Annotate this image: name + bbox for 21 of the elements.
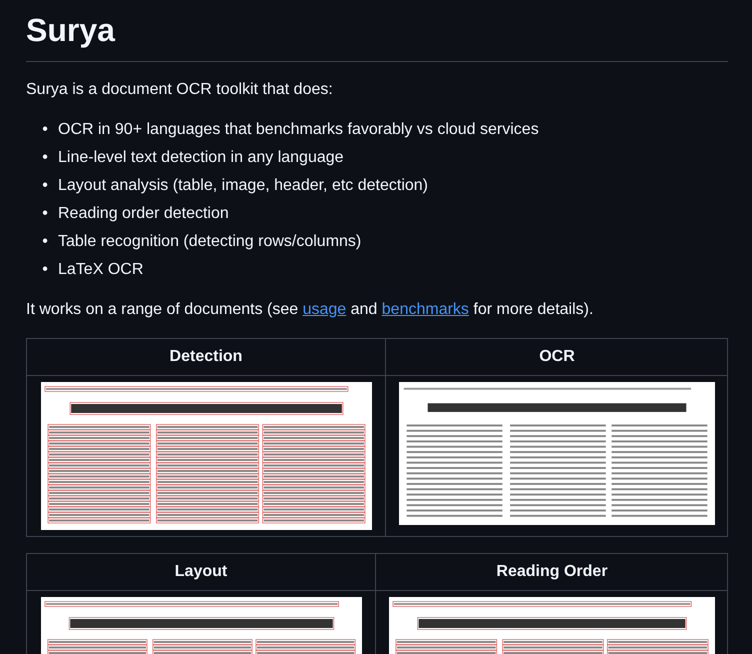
list-bullet: • — [41, 204, 49, 224]
list-bullet: • — [41, 176, 49, 196]
feature-item: OCR in 90+ languages that benchmarks favorably vs cloud services — [58, 120, 539, 140]
list-bullet: • — [41, 232, 49, 252]
intro-text: Surya is a document OCR toolkit that does: — [26, 80, 334, 100]
column-header: Detection — [27, 339, 385, 376]
list-bullet: • — [41, 120, 49, 140]
list-bullet: • — [41, 260, 49, 280]
feature-item: Layout analysis (table, image, header, etc detection) — [58, 176, 428, 196]
doc-link[interactable]: benchmarks — [382, 301, 469, 318]
column-header: Reading Order — [376, 554, 728, 591]
feature-item: Line-level text detection in any language — [58, 148, 344, 168]
list-bullet: • — [41, 148, 49, 168]
feature-item: LaTeX OCR — [58, 260, 144, 280]
feature-item: Reading order detection — [58, 204, 229, 224]
doc-link[interactable]: usage — [302, 301, 346, 318]
column-header: OCR — [386, 339, 728, 376]
column-header: Layout — [27, 554, 375, 591]
feature-item: Table recognition (detecting rows/columns) — [58, 232, 362, 252]
page-title: Surya — [26, 10, 728, 62]
outro-text: It works on a range of documents (see usage and benchmarks for more details). — [26, 300, 594, 320]
